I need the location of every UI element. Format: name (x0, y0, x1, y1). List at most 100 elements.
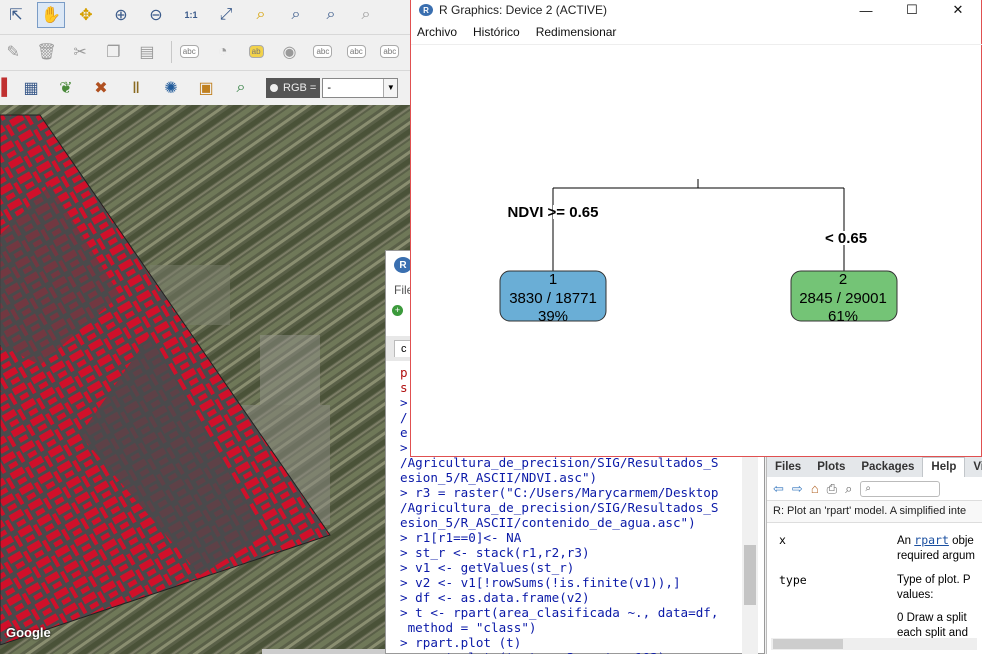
histogram-icon[interactable]: ▦ (17, 75, 45, 101)
zoom-full-icon[interactable]: ✥ (72, 2, 100, 28)
magnifier-icon[interactable]: ⌕ (227, 75, 255, 101)
console-line: > r3 = raster("C:/Users/Marycarmem/Deskt… (400, 485, 719, 500)
r-graphics-window: R R Graphics: Device 2 (ACTIVE) — ☐ ✕ Ar… (410, 0, 982, 457)
description-text: An (897, 535, 915, 547)
console-line: > rpart.plot (t, type=3, extra=103) (400, 650, 740, 654)
menu-historico[interactable]: Histórico (473, 25, 520, 39)
node-percent: 39% (538, 308, 568, 325)
tab-vie[interactable]: Vie (965, 458, 982, 477)
console-line: /Agricultura_de_precision/SIG/Resultados… (400, 455, 719, 470)
raster-toolbar: ▌ ▦ ❦ ✖ Ⅱ ✺ ▣ ⌕ RGB = - ▼ (0, 70, 410, 104)
tab-files[interactable]: Files (767, 458, 809, 477)
band-select[interactable]: - ▼ (322, 77, 399, 98)
console-line: > v1 <- getValues(st_r) (400, 560, 575, 575)
pan-hand-icon[interactable]: ✋ (37, 2, 65, 28)
zoom-in-layer-icon[interactable]: ⌕ (282, 2, 310, 28)
zoom-last-icon[interactable]: ⌕ (317, 2, 345, 28)
argument-description: 0 Draw a split each split and (897, 611, 982, 641)
close-button[interactable]: ✕ (935, 0, 981, 20)
window-controls: — ☐ ✕ (843, 0, 981, 20)
argument-name: type (779, 573, 807, 587)
rgb-text: RGB = (283, 81, 317, 94)
pane-tabs: FilesPlotsPackagesHelpVie (767, 455, 982, 477)
label-highlight-icon[interactable]: ab (243, 39, 269, 65)
console-line: > r1[r1==0]<- NA (400, 530, 522, 545)
description-line: 0 Draw a split (897, 611, 982, 626)
tools-icon[interactable]: ✖ (87, 75, 115, 101)
split-left-label: NDVI >= 0.65 (508, 204, 599, 221)
maximize-button[interactable]: ☐ (889, 0, 935, 20)
pin-label-icon[interactable]: ◉ (276, 39, 302, 65)
back-icon[interactable]: ⇦ (773, 481, 784, 497)
description-line: Type of plot. P (897, 573, 982, 588)
tree-node-1: 1 3830 / 18771 39% (499, 270, 607, 325)
description-text: Type of plot. P (897, 574, 971, 586)
zoom-in-icon[interactable]: ⊕ (107, 2, 135, 28)
zoom-selection-icon[interactable]: ⌕ (247, 2, 275, 28)
layer-panel-icon[interactable]: ▌ (0, 75, 14, 101)
help-heading: R: Plot an 'rpart' model. A simplified i… (767, 501, 982, 523)
paste-icon[interactable]: ▤ (134, 39, 160, 65)
console-scroll-thumb[interactable] (744, 545, 756, 605)
home-icon[interactable]: ⌂ (811, 481, 819, 496)
add-icon[interactable]: + (392, 304, 403, 316)
delete-icon[interactable]: 🗑 (33, 39, 59, 65)
diagram-icon[interactable]: ◔ (209, 39, 235, 65)
label-icon[interactable]: abc (176, 39, 202, 65)
tab-plots[interactable]: Plots (809, 458, 853, 477)
zoom-out-icon[interactable]: ⊖ (142, 2, 170, 28)
chevron-down-icon: ▼ (383, 78, 398, 97)
r-logo-icon: R (419, 4, 433, 16)
search-icon: ⌕ (865, 483, 871, 494)
zoom-next-icon[interactable]: ⌕ (352, 2, 380, 28)
console-line: method = "class") (400, 620, 537, 635)
help-search-input[interactable]: ⌕ (860, 480, 941, 497)
move-label-icon[interactable]: abc (343, 39, 369, 65)
scale-icon[interactable]: Ⅱ (122, 75, 150, 101)
copy-icon[interactable]: ❐ (100, 39, 126, 65)
argument-name: x (779, 533, 786, 547)
console-line: > rpart.plot (t) (400, 635, 522, 650)
node-counts: 2845 / 29001 (799, 290, 887, 307)
minimize-button[interactable]: — (843, 0, 889, 20)
tab-packages[interactable]: Packages (853, 458, 922, 477)
digitize-icon[interactable]: ✎ (0, 39, 26, 65)
rgb-dot-icon (270, 83, 278, 92)
forward-icon[interactable]: ⇨ (792, 481, 803, 497)
help-scroll-thumb[interactable] (773, 639, 843, 649)
argument-description: An rpart obje required argum (897, 533, 982, 564)
graphics-menubar: Archivo Histórico Redimensionar (411, 20, 981, 44)
node-counts: 3830 / 18771 (509, 290, 597, 307)
identify-icon[interactable]: ⇱ (2, 2, 30, 28)
console-line: esion_5/R_ASCII/NDVI.asc") (400, 470, 598, 485)
help-scrollbar[interactable] (771, 638, 977, 650)
plugin-icon[interactable]: ❦ (52, 75, 80, 101)
menu-archivo[interactable]: Archivo (417, 25, 457, 39)
find-icon[interactable]: ⌕ (845, 481, 852, 497)
decision-tree-plot: NDVI >= 0.65 < 0.65 1 3830 / 18771 39% 2… (499, 179, 898, 325)
show-label-icon[interactable]: abc (310, 39, 336, 65)
raster-plus-icon[interactable]: ▣ (192, 75, 220, 101)
zoom-native-icon[interactable]: 1:1 (177, 2, 205, 28)
desktop: ⇱ ✋ ✥ ⊕ ⊖ 1:1 ⤢ ⌕ ⌕ ⌕ ⌕ ✎ 🗑 ✂ ❐ ▤ abc ◔ … (0, 0, 982, 654)
rpart-link[interactable]: rpart (914, 533, 949, 547)
map-navigation-toolbar: ⇱ ✋ ✥ ⊕ ⊖ 1:1 ⤢ ⌕ ⌕ ⌕ ⌕ (0, 0, 410, 30)
rotate-label-icon[interactable]: abc (377, 39, 403, 65)
console-line: esion_5/R_ASCII/contenido_de_agua.asc") (400, 515, 696, 530)
description-line: values: (897, 589, 934, 601)
description-text: 0 Draw a split (897, 612, 967, 624)
map-canvas[interactable]: Google (0, 105, 410, 654)
print-icon[interactable]: ⎙ (827, 481, 837, 497)
cut-icon[interactable]: ✂ (67, 39, 93, 65)
argument-description: Type of plot. P values: (897, 573, 982, 603)
plot-area: NDVI >= 0.65 < 0.65 1 3830 / 18771 39% 2… (411, 44, 982, 456)
description-line: required argum (897, 550, 975, 562)
description-line: An rpart obje (897, 533, 982, 549)
rgb-label: RGB = (266, 77, 321, 98)
console-line: /Agricultura_de_precision/SIG/Resultados… (400, 500, 719, 515)
zoom-layer-icon[interactable]: ⤢ (212, 2, 240, 28)
band-select-value: - (327, 81, 331, 94)
menu-redimensionar[interactable]: Redimensionar (536, 25, 617, 39)
settings-icon[interactable]: ✺ (157, 75, 185, 101)
tab-help[interactable]: Help (922, 457, 966, 477)
